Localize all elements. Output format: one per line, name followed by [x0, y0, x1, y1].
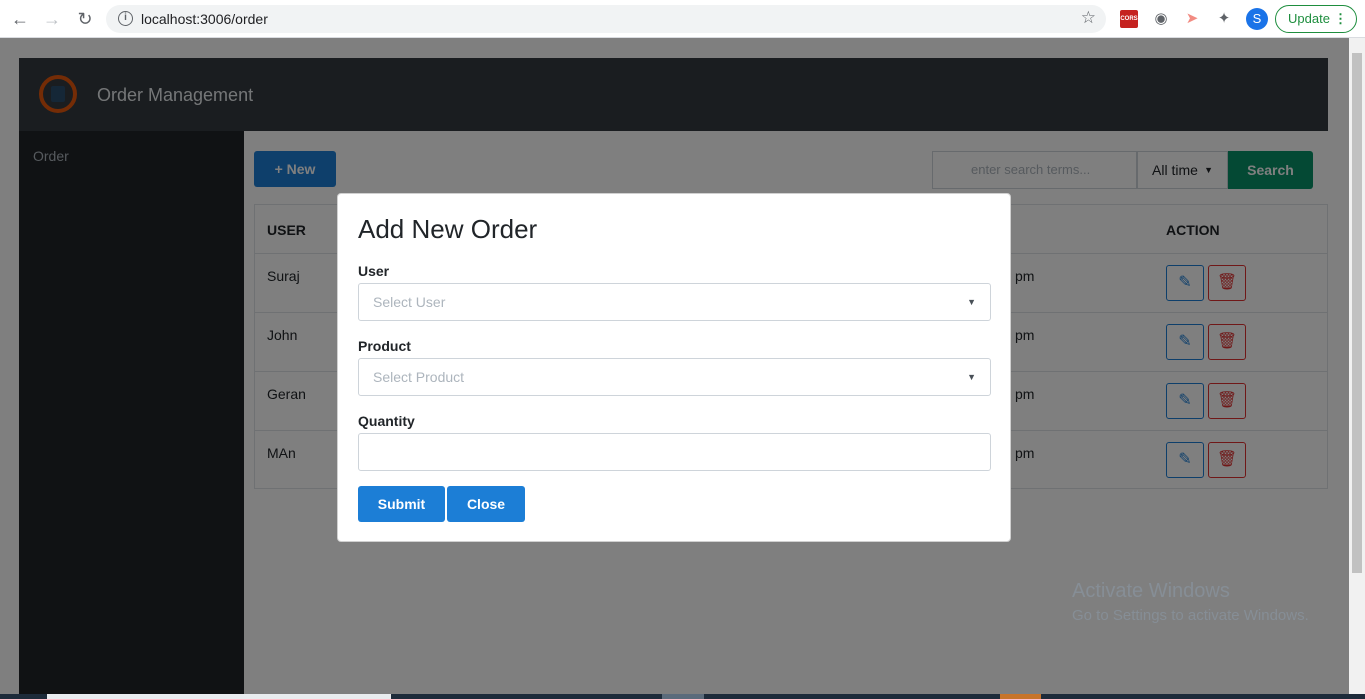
user-select-placeholder: Select User [373, 294, 446, 310]
watermark-title: Activate Windows [1072, 580, 1230, 602]
more-menu-icon[interactable]: ⋮ [1334, 6, 1347, 32]
taskbar-item[interactable] [1000, 694, 1041, 699]
extensions-puzzle-icon[interactable]: ✦ [1215, 10, 1233, 28]
scrollbar-thumb[interactable] [1352, 53, 1362, 573]
taskbar-search[interactable] [47, 694, 391, 699]
url-text[interactable]: localhost:3006/order [141, 11, 268, 27]
watermark-subtitle: Go to Settings to activate Windows. [1072, 607, 1309, 624]
reload-icon[interactable]: ↻ [74, 8, 96, 30]
quantity-input[interactable] [358, 433, 991, 471]
submit-button[interactable]: Submit [358, 486, 445, 522]
caret-down-icon: ▼ [967, 297, 976, 307]
update-label: Update [1288, 11, 1330, 26]
taskbar [0, 694, 1365, 699]
profile-avatar[interactable]: S [1246, 8, 1268, 30]
cors-extension-icon[interactable]: CORS [1120, 10, 1138, 28]
product-select-placeholder: Select Product [373, 369, 465, 385]
windows-activation-watermark: Activate Windows Go to Settings to activ… [1072, 580, 1309, 624]
quantity-label: Quantity [358, 413, 415, 429]
user-select[interactable]: Select User ▼ [358, 283, 991, 321]
address-bar[interactable]: i localhost:3006/order ☆ [106, 5, 1106, 33]
product-select[interactable]: Select Product ▼ [358, 358, 991, 396]
modal-title: Add New Order [358, 214, 538, 244]
page-scrollbar[interactable] [1349, 38, 1365, 699]
info-icon[interactable]: i [118, 11, 133, 26]
update-button[interactable]: Update ⋮ [1275, 5, 1357, 33]
forward-arrow-icon[interactable]: → [41, 8, 63, 30]
product-label: Product [358, 338, 411, 354]
browser-toolbar: ← → ↻ i localhost:3006/order ☆ CORS ◉ ➤ … [0, 0, 1365, 38]
bookmark-star-icon[interactable]: ☆ [1081, 8, 1096, 28]
arrow-extension-icon[interactable]: ➤ [1183, 10, 1201, 28]
back-arrow-icon[interactable]: ← [9, 8, 31, 30]
add-order-modal: Add New Order User Select User ▼ Product… [337, 193, 1011, 542]
user-label: User [358, 263, 390, 279]
camera-extension-icon[interactable]: ◉ [1152, 10, 1170, 28]
caret-down-icon: ▼ [967, 372, 976, 382]
close-button[interactable]: Close [447, 486, 525, 522]
taskbar-item[interactable] [662, 694, 704, 699]
